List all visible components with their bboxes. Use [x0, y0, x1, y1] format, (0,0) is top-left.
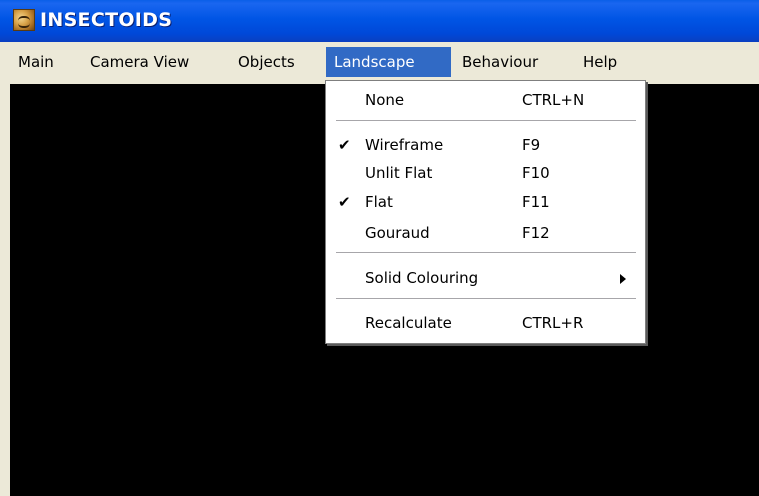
title-bar[interactable]: INSECTOIDS	[0, 0, 759, 42]
menu-separator	[336, 298, 636, 299]
menu-separator	[336, 252, 636, 253]
menu-item-label: Flat	[365, 193, 393, 211]
menu-item-recalculate[interactable]: Recalculate CTRL+R	[326, 310, 645, 336]
window-title: INSECTOIDS	[40, 9, 173, 31]
menu-item-label: Recalculate	[365, 314, 452, 332]
menu-help[interactable]: Help	[575, 47, 625, 77]
menu-camera-view[interactable]: Camera View	[82, 47, 197, 77]
menu-item-none[interactable]: None CTRL+N	[326, 87, 645, 113]
checkmark-icon: ✔	[338, 136, 351, 154]
menu-item-gouraud[interactable]: Gouraud F12	[326, 220, 645, 246]
menu-item-label: Unlit Flat	[365, 164, 433, 182]
menu-item-label: Wireframe	[365, 136, 444, 154]
shortcut-label: F11	[522, 193, 550, 211]
menu-separator	[336, 120, 636, 121]
menu-bar: Main Camera View Objects Landscape Behav…	[0, 42, 759, 80]
shortcut-label: CTRL+N	[522, 91, 585, 109]
menu-main[interactable]: Main	[10, 47, 62, 77]
shortcut-label: F9	[522, 136, 541, 154]
insect-app-icon[interactable]	[13, 9, 35, 31]
shortcut-label: F10	[522, 164, 550, 182]
submenu-arrow-icon	[620, 274, 626, 284]
menu-objects[interactable]: Objects	[230, 47, 303, 77]
menu-item-wireframe[interactable]: ✔ Wireframe F9	[326, 132, 645, 158]
shortcut-label: CTRL+R	[522, 314, 584, 332]
menu-item-label: Solid Colouring	[365, 269, 479, 287]
menu-item-flat[interactable]: ✔ Flat F11	[326, 189, 645, 215]
menu-behaviour[interactable]: Behaviour	[454, 47, 546, 77]
checkmark-icon: ✔	[338, 193, 351, 211]
menu-landscape[interactable]: Landscape	[326, 47, 451, 77]
shortcut-label: F12	[522, 224, 550, 242]
menu-item-label: Gouraud	[365, 224, 430, 242]
menu-item-unlit-flat[interactable]: Unlit Flat F10	[326, 160, 645, 186]
landscape-dropdown-menu: None CTRL+N ✔ Wireframe F9 Unlit Flat F1…	[325, 80, 646, 344]
menu-item-solid-colouring[interactable]: Solid Colouring	[326, 265, 645, 291]
menu-item-label: None	[365, 91, 405, 109]
